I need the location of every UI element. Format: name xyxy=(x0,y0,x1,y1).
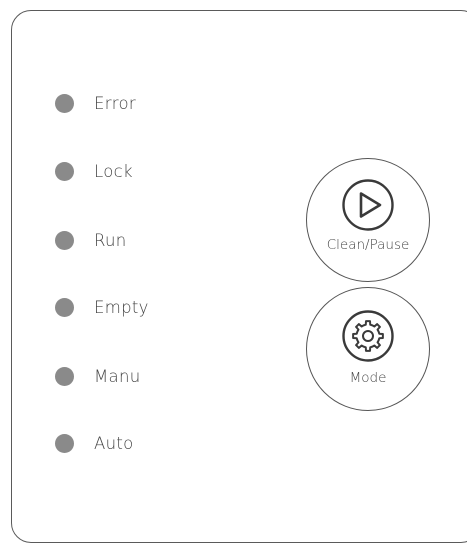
indicator-error: Error xyxy=(55,92,136,114)
indicator-manu: Manu xyxy=(55,365,140,387)
gear-icon xyxy=(342,310,394,366)
indicator-label: Auto xyxy=(94,433,134,453)
lock-led xyxy=(55,161,74,181)
indicator-run: Run xyxy=(55,229,127,251)
gear-outline xyxy=(352,320,384,352)
indicator-lock: Lock xyxy=(55,160,133,182)
control-panel xyxy=(11,10,467,543)
indicator-label: Run xyxy=(94,230,127,250)
clean-pause-button[interactable]: Clean/Pause xyxy=(306,158,430,282)
indicator-empty: Empty xyxy=(55,296,149,318)
mode-button[interactable]: Mode xyxy=(306,287,430,411)
error-led xyxy=(55,93,74,113)
indicator-auto: Auto xyxy=(55,432,134,454)
mode-label: Mode xyxy=(349,370,387,386)
indicator-label: Error xyxy=(94,93,137,113)
clean-pause-label: Clean/Pause xyxy=(326,237,410,253)
empty-led xyxy=(55,297,74,317)
manu-led xyxy=(55,366,74,386)
run-led xyxy=(55,230,74,250)
indicator-label: Manu xyxy=(94,366,141,386)
play-icon xyxy=(342,179,394,235)
indicator-label: Lock xyxy=(94,161,133,181)
indicator-label: Empty xyxy=(94,297,149,317)
auto-led xyxy=(55,433,74,453)
